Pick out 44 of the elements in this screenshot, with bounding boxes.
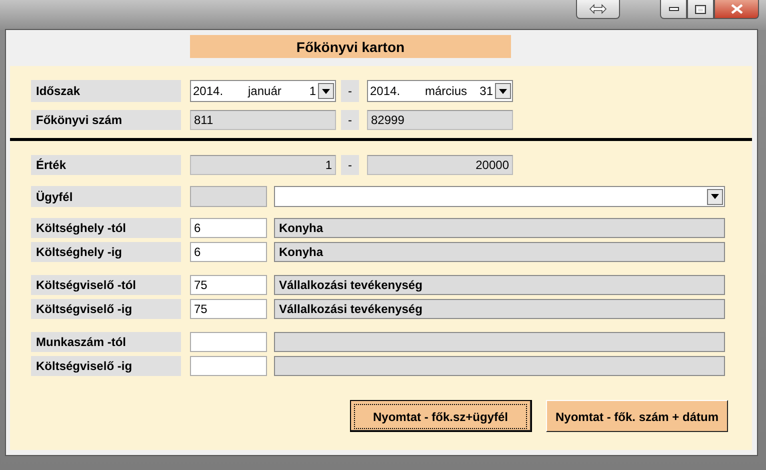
date-picker[interactable]: 2014. január 1 (190, 80, 336, 102)
code-input[interactable] (190, 356, 267, 376)
name-field: Konyha (274, 242, 725, 262)
dropdown-arrow-icon (322, 88, 330, 94)
code-input[interactable]: 75 (190, 299, 267, 319)
code-input[interactable]: 75 (190, 275, 267, 295)
field-label: Munkaszám -tól (31, 332, 181, 352)
range-separator: - (341, 110, 359, 130)
name-field: Konyha (274, 218, 725, 238)
close-icon (730, 4, 742, 14)
field-label: Költségviselő -ig (31, 299, 181, 319)
field-label: Költséghely -ig (31, 242, 181, 262)
field-label: Ügyfél (31, 186, 181, 207)
range-separator: - (341, 80, 359, 102)
print-button[interactable]: Nyomtat - fők.sz+ügyfél (350, 400, 532, 432)
field-label: Költségviselő -tól (31, 275, 181, 295)
close-button[interactable] (714, 0, 759, 19)
readonly-field: 82999 (367, 110, 513, 130)
field-label: Érték (31, 155, 181, 175)
code-input[interactable] (190, 332, 267, 352)
maximize-button[interactable] (687, 0, 714, 19)
code-input[interactable]: 6 (190, 218, 267, 238)
name-field: Vállalkozási tevékenység (274, 299, 725, 319)
range-separator: - (341, 155, 359, 175)
print-button[interactable]: Nyomtat - fők. szám + dátum (546, 400, 728, 432)
readonly-field: 1 (190, 155, 336, 175)
field-label: Költségviselő -ig (31, 356, 181, 376)
code-input[interactable]: 6 (190, 242, 267, 262)
dropdown-arrow-icon (711, 194, 719, 199)
name-field: Vállalkozási tevékenység (274, 275, 725, 295)
double-arrow-icon (589, 4, 607, 14)
date-picker[interactable]: 2014. március 31 (367, 80, 513, 102)
readonly-field: 20000 (367, 155, 513, 175)
field-label: Főkönyvi szám (31, 110, 181, 130)
field-label: Időszak (31, 80, 181, 102)
maximize-icon (695, 4, 706, 14)
client-dropdown[interactable] (274, 186, 725, 207)
form-title: Főkönyvi karton (190, 35, 511, 58)
resize-button[interactable] (576, 0, 620, 19)
field-label: Költséghely -tól (31, 218, 181, 238)
minimize-icon (668, 7, 678, 11)
minimize-button[interactable] (660, 0, 687, 19)
dropdown-arrow-icon (499, 88, 507, 94)
readonly-field: 811 (190, 110, 336, 130)
